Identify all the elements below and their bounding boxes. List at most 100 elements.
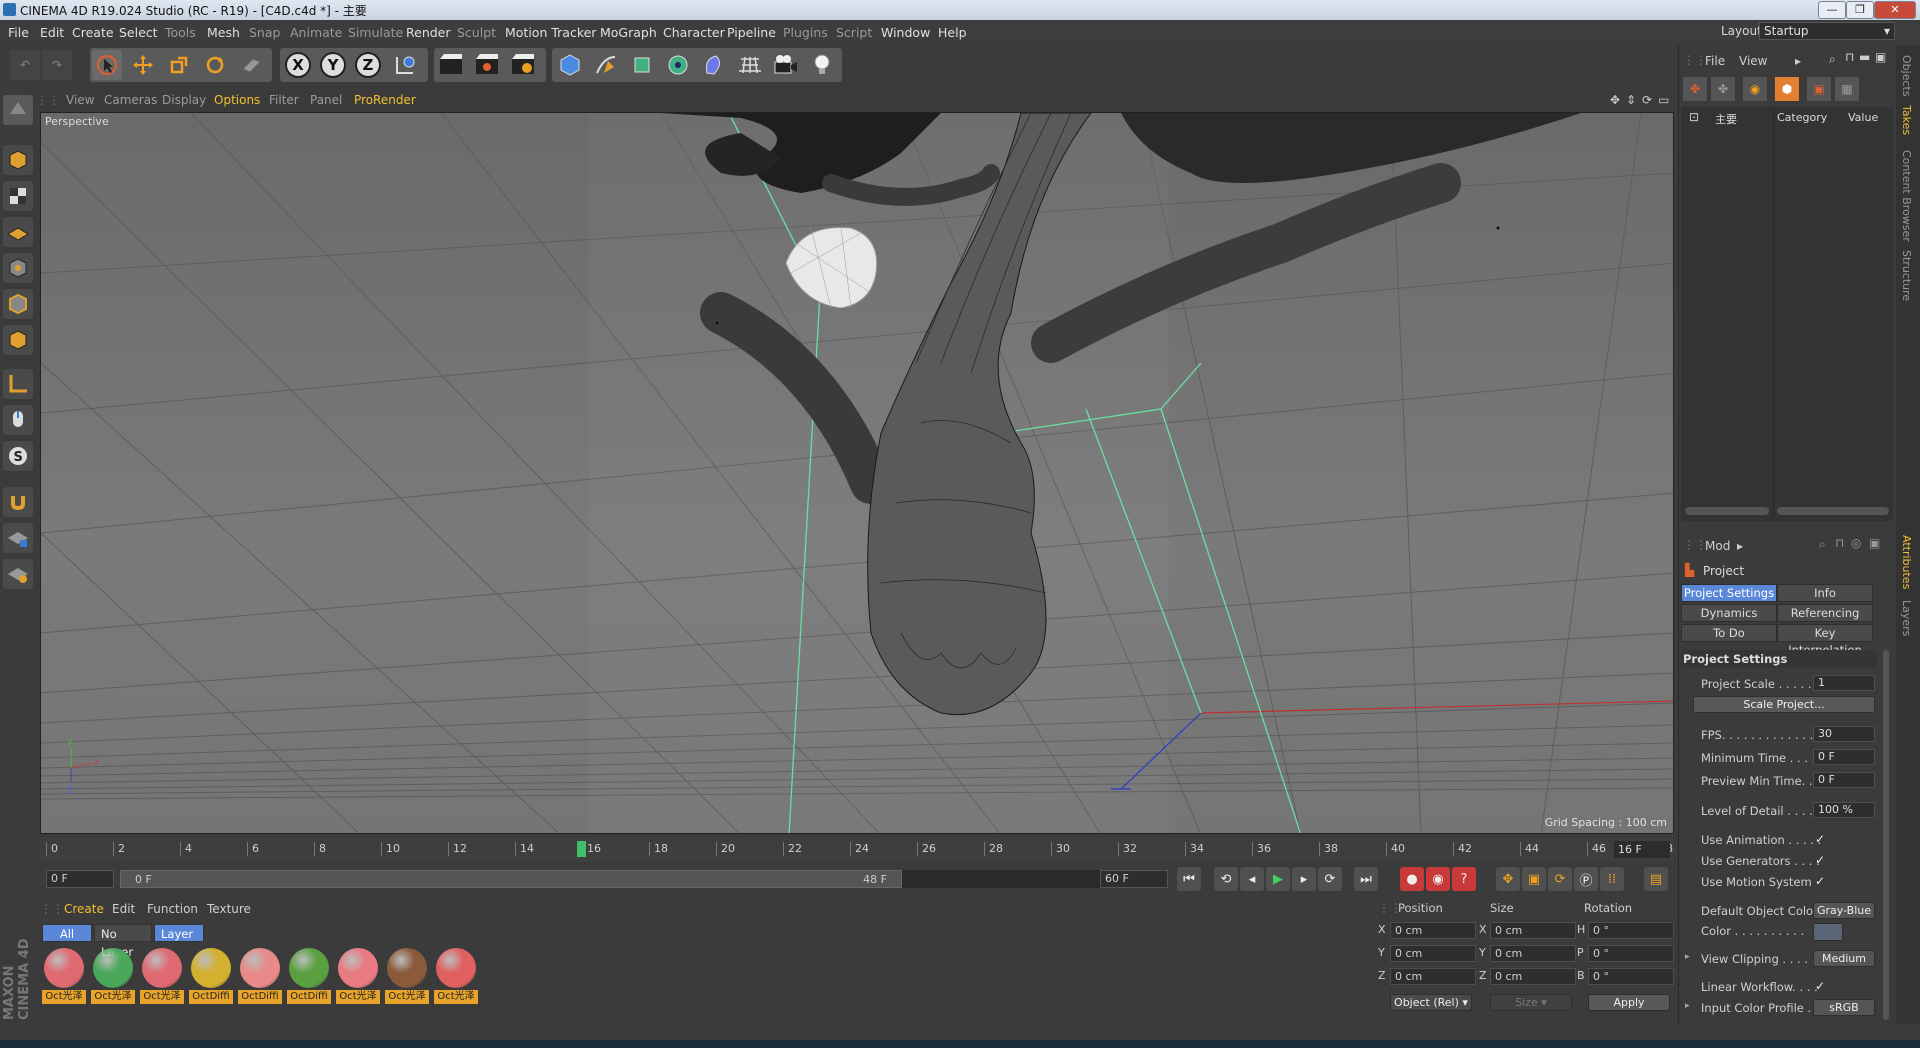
workplane-mode-icon[interactable] <box>3 217 33 247</box>
material-swatch[interactable]: OctDiffi <box>286 946 332 1008</box>
auto-keying-icon[interactable]: ◉ <box>1426 867 1450 891</box>
render-take-icon[interactable]: ▣ <box>1807 77 1831 101</box>
tab-info[interactable]: Info <box>1777 584 1873 602</box>
minimize-button[interactable]: — <box>1818 1 1846 19</box>
z-axis-lock-icon[interactable]: Z <box>353 50 383 80</box>
material-swatch[interactable]: Oct光泽 <box>90 946 136 1008</box>
side-tab-layers[interactable]: Layers <box>1900 600 1913 636</box>
menu-motion-tracker[interactable]: Motion Tracker <box>505 25 596 40</box>
size-x-input[interactable]: 0 cm <box>1490 922 1576 939</box>
pos-x-input[interactable]: 0 cm <box>1390 922 1476 939</box>
key-rotation-icon[interactable]: ⟳ <box>1548 867 1572 891</box>
auto-take-icon[interactable]: ◉ <box>1743 77 1767 101</box>
coordinate-mode-select[interactable]: Object (Rel) ▾ <box>1390 994 1472 1011</box>
deformer-icon[interactable] <box>699 50 729 80</box>
tab-to-do[interactable]: To Do <box>1681 624 1777 642</box>
input-color-profile-select[interactable]: sRGB <box>1813 999 1875 1016</box>
menu-sculpt[interactable]: Sculpt <box>457 25 496 40</box>
override-icon[interactable]: ⬢ <box>1775 77 1799 101</box>
filter-layer[interactable]: Layer <box>154 924 204 942</box>
minimum-time-input[interactable]: 0 F <box>1813 749 1875 765</box>
current-frame-marker[interactable] <box>577 841 586 857</box>
range-slider-bar[interactable]: 0 F 48 F <box>120 870 902 888</box>
prev-frame-icon[interactable]: ◂ <box>1240 867 1264 891</box>
close-button[interactable]: ✕ <box>1874 1 1916 19</box>
material-swatch[interactable]: Oct光泽 <box>335 946 381 1008</box>
take-name[interactable]: 主要 <box>1715 111 1737 127</box>
level-of-detail-input[interactable]: 100 % <box>1813 802 1875 818</box>
menu-plugins[interactable]: Plugins <box>783 25 828 40</box>
material-menu-function[interactable]: Function <box>147 902 198 916</box>
layout-select[interactable]: Startup ▾ <box>1759 22 1895 40</box>
key-parameter-icon[interactable]: Ⓟ <box>1574 867 1598 891</box>
material-menu-texture[interactable]: Texture <box>207 902 251 916</box>
menu-window[interactable]: Window <box>881 25 930 40</box>
size-mode-select[interactable]: Size ▾ <box>1490 994 1572 1011</box>
side-tab-structure[interactable]: Structure <box>1900 250 1913 301</box>
linear-workflow-checkbox[interactable]: ✓ <box>1815 979 1825 993</box>
timeline-window-icon[interactable]: ▤ <box>1644 867 1668 891</box>
model-mode-icon[interactable] <box>3 145 33 175</box>
key-scale-icon[interactable]: ▣ <box>1522 867 1546 891</box>
toggle-view-icon[interactable]: ▭ <box>1658 93 1669 107</box>
takes-menu-view[interactable]: View <box>1739 54 1767 68</box>
default-object-color-select[interactable]: Gray-Blue <box>1813 902 1875 919</box>
tab-project-settings[interactable]: Project Settings <box>1681 584 1777 602</box>
subdivision-icon[interactable] <box>627 50 657 80</box>
cloner-icon[interactable] <box>663 50 693 80</box>
render-picture-viewer-icon[interactable] <box>472 50 502 80</box>
zoom-view-icon[interactable]: ⇕ <box>1626 93 1636 107</box>
make-editable-icon[interactable] <box>3 95 33 125</box>
solo-icon[interactable]: S <box>3 441 33 471</box>
viewport-perspective[interactable]: Y X Z Perspective Grid Spacing : 100 cm <box>40 112 1674 834</box>
menu-character[interactable]: Character <box>663 25 725 40</box>
lock-icon[interactable]: ⊓ <box>1845 50 1854 64</box>
chevron-right-icon[interactable]: ▸ <box>1685 952 1690 962</box>
search-icon[interactable]: ⌕ <box>1819 537 1826 552</box>
size-y-input[interactable]: 0 cm <box>1490 945 1576 962</box>
goto-start-icon[interactable]: ⏮ <box>1177 867 1201 891</box>
filter-all[interactable]: All <box>42 924 92 942</box>
snap-settings-icon[interactable] <box>3 559 33 589</box>
menu-snap[interactable]: Snap <box>249 25 280 40</box>
project-scale-input[interactable]: 1 <box>1813 675 1875 691</box>
rotate-view-icon[interactable]: ⟳ <box>1642 93 1652 107</box>
select-tool-icon[interactable] <box>92 50 122 80</box>
render-view-icon[interactable] <box>436 50 466 80</box>
material-menu-edit[interactable]: Edit <box>112 902 135 916</box>
use-generators-checkbox[interactable]: ✓ <box>1815 853 1825 867</box>
viewport-menu-view[interactable]: View <box>66 93 94 107</box>
attributes-vscrollbar[interactable] <box>1883 650 1889 1020</box>
points-mode-icon[interactable] <box>3 253 33 283</box>
view-clipping-select[interactable]: Medium <box>1813 950 1875 967</box>
y-axis-lock-icon[interactable]: Y <box>318 50 348 80</box>
new-window-icon[interactable]: ▣ <box>1869 536 1880 550</box>
start-frame-field[interactable]: 0 F <box>46 870 114 888</box>
material-swatch[interactable]: Oct光泽 <box>433 946 479 1008</box>
new-take-icon[interactable]: ✤ <box>1683 77 1707 101</box>
pos-z-input[interactable]: 0 cm <box>1390 968 1476 985</box>
floor-icon[interactable] <box>735 50 765 80</box>
takes-scrollbar-left[interactable] <box>1685 507 1769 515</box>
scale-tool-icon[interactable] <box>164 50 194 80</box>
rotate-tool-icon[interactable] <box>200 50 230 80</box>
history-icon[interactable]: ◎ <box>1851 536 1861 550</box>
play-icon[interactable]: ▶ <box>1266 867 1290 891</box>
menu-mesh[interactable]: Mesh <box>207 25 240 40</box>
polygons-mode-icon[interactable] <box>3 325 33 355</box>
attributes-mode-menu[interactable]: Mod <box>1705 539 1730 553</box>
material-menu-create[interactable]: Create <box>64 902 104 916</box>
menu-create[interactable]: Create <box>72 25 114 40</box>
camera-icon[interactable] <box>771 50 801 80</box>
material-swatch[interactable]: Oct光泽 <box>139 946 185 1008</box>
workplane-lock-icon[interactable] <box>3 523 33 553</box>
menu-mograph[interactable]: MoGraph <box>600 25 657 40</box>
viewport-menu-panel[interactable]: Panel <box>310 93 342 107</box>
key-position-icon[interactable]: ✥ <box>1496 867 1520 891</box>
texture-mode-icon[interactable] <box>3 181 33 211</box>
menu-animate[interactable]: Animate <box>290 25 342 40</box>
menu-file[interactable]: File <box>8 25 29 40</box>
menu-render[interactable]: Render <box>406 25 451 40</box>
key-pla-icon[interactable]: ⁞⁞ <box>1600 867 1624 891</box>
material-swatch[interactable]: Oct光泽 <box>384 946 430 1008</box>
